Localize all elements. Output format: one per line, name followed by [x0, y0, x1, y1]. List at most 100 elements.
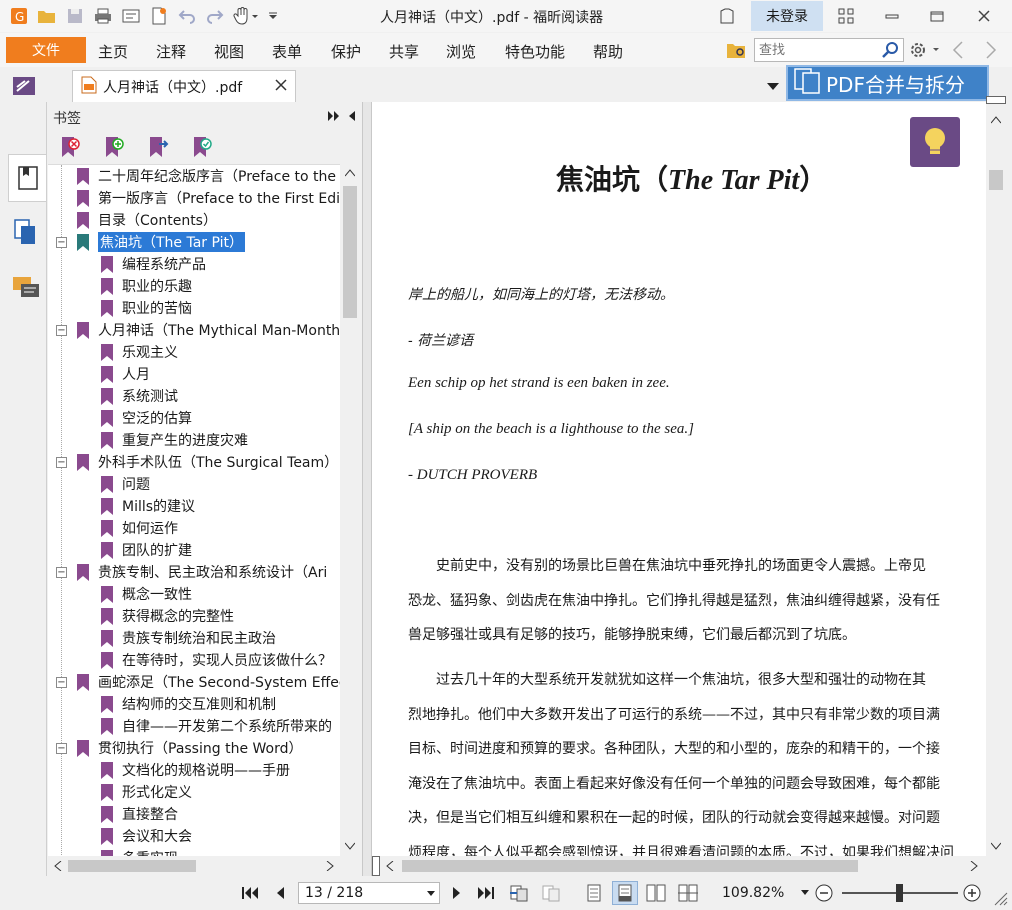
next-result-icon[interactable] [985, 41, 997, 63]
continuous-view-icon[interactable] [612, 881, 638, 905]
bookmark-subitem[interactable]: 获得概念的完整性 [48, 605, 340, 627]
menu-comment[interactable]: 注释 [156, 41, 186, 62]
settings-gear-icon[interactable] [909, 40, 939, 64]
bookmark-subitem[interactable]: 结构师的交互准则和机制 [48, 693, 340, 715]
bookmark-subitem[interactable]: 问题 [48, 473, 340, 495]
bookmark-subitem[interactable]: 贵族专制统治和民主政治 [48, 627, 340, 649]
zoom-slider-thumb[interactable] [896, 884, 903, 902]
close-tab-icon[interactable] [275, 79, 287, 95]
delete-bookmark-icon[interactable] [57, 136, 83, 158]
next-page-icon[interactable] [447, 884, 467, 902]
last-page-icon[interactable] [476, 884, 496, 902]
collapse-toggle-icon[interactable]: − [56, 743, 67, 754]
new-document-icon[interactable] [148, 6, 170, 26]
add-bookmark-icon[interactable] [101, 136, 127, 158]
bookmark-subitem[interactable]: 概念一致性 [48, 583, 340, 605]
search-input[interactable] [755, 39, 875, 61]
doc-scroll-right-icon[interactable] [970, 861, 978, 871]
panel-splitter[interactable] [362, 102, 372, 882]
bookmark-subitem[interactable]: 职业的苦恼 [48, 297, 340, 319]
bookmark-subitem[interactable]: 会议和大会 [48, 825, 340, 847]
maximize-icon[interactable] [926, 5, 948, 27]
print-icon[interactable] [92, 6, 114, 26]
bookmark-subitem[interactable]: 如何运作 [48, 517, 340, 539]
menu-share[interactable]: 共享 [389, 41, 419, 62]
bookmark-scroll-thumb[interactable] [343, 186, 357, 318]
scroll-up-icon[interactable] [345, 169, 355, 177]
panel-collapse-icon[interactable] [347, 110, 357, 126]
tips-lightbulb-icon[interactable] [910, 117, 960, 167]
collapse-toggle-icon[interactable]: − [56, 567, 67, 578]
document-horizontal-scrollbar[interactable] [372, 856, 986, 876]
split-view-handle[interactable] [986, 96, 1006, 104]
bookmark-subitem[interactable]: 重复产生的进度灾难 [48, 429, 340, 451]
document-hscroll-thumb[interactable] [402, 860, 858, 872]
menu-features[interactable]: 特色功能 [505, 41, 565, 62]
current-bookmark-icon[interactable] [189, 136, 215, 158]
collapse-toggle-icon[interactable]: − [56, 457, 67, 468]
bookmark-item[interactable]: − 贵族专制、民主政治和系统设计（Ari [48, 561, 340, 583]
open-folder-icon[interactable] [36, 6, 58, 26]
search-icon[interactable] [882, 41, 900, 63]
bookmark-subitem[interactable]: 直接整合 [48, 803, 340, 825]
zoom-in-icon[interactable] [962, 884, 982, 902]
bookmark-subitem[interactable]: 系统测试 [48, 385, 340, 407]
comments-panel-icon[interactable] [8, 270, 44, 306]
menu-form[interactable]: 表单 [272, 41, 302, 62]
pdf-merge-split-banner[interactable]: PDF合并与拆分 [786, 65, 989, 101]
tab-document[interactable]: 人月神话（中文）.pdf [72, 70, 296, 102]
bookmark-item[interactable]: − 焦油坑（The Tar Pit） [48, 231, 340, 253]
scroll-left-icon[interactable] [54, 861, 62, 871]
bookmark-subitem[interactable]: 空泛的估算 [48, 407, 340, 429]
pages-panel-icon[interactable] [8, 214, 44, 250]
bookmark-subitem[interactable]: 形式化定义 [48, 781, 340, 803]
login-button[interactable]: 未登录 [751, 1, 823, 31]
search-field[interactable] [754, 38, 904, 62]
bookmark-subitem[interactable]: 团队的扩建 [48, 539, 340, 561]
save-icon[interactable] [64, 6, 86, 26]
redo-icon[interactable] [204, 6, 226, 26]
bookmark-item[interactable]: 二十周年纪念版序言（Preface to the [48, 165, 340, 187]
hand-tool-icon[interactable] [232, 6, 262, 26]
resize-grip-icon[interactable] [992, 890, 1008, 910]
continuous-facing-view-icon[interactable] [678, 884, 698, 902]
previous-result-icon[interactable] [952, 41, 964, 63]
collapse-toggle-icon[interactable]: − [56, 677, 67, 688]
single-page-view-icon[interactable] [584, 884, 604, 902]
bookmark-subitem[interactable]: Mills的建议 [48, 495, 340, 517]
bookmark-horizontal-scrollbar[interactable] [48, 856, 360, 876]
doc-scroll-up-icon[interactable] [991, 116, 1001, 124]
bookmark-subitem[interactable]: 文档化的规格说明——手册 [48, 759, 340, 781]
close-icon[interactable] [973, 5, 995, 27]
bookmark-item[interactable]: − 画蛇添足（The Second-System Effec [48, 671, 340, 693]
bookmark-item[interactable]: − 人月神话（The Mythical Man-Month） [48, 319, 340, 341]
zoom-dropdown-icon[interactable] [801, 890, 809, 896]
menu-browse[interactable]: 浏览 [446, 41, 476, 62]
bookmark-subitem[interactable]: 多重实现 [48, 847, 340, 856]
first-page-icon[interactable] [240, 884, 260, 902]
facing-view-icon[interactable] [646, 884, 666, 902]
bookmark-subitem[interactable]: 乐观主义 [48, 341, 340, 363]
minimize-icon[interactable] [881, 5, 903, 27]
hsplit-view-handle[interactable] [372, 856, 380, 876]
bookmark-subitem[interactable]: 自律——开发第二个系统所带来的 [48, 715, 340, 737]
previous-page-icon[interactable] [270, 884, 290, 902]
menu-home[interactable]: 主页 [98, 41, 128, 62]
bookmark-item[interactable]: − 外科手术队伍（The Surgical Team） [48, 451, 340, 473]
properties-icon[interactable] [120, 6, 142, 26]
bookmark-hscroll-thumb[interactable] [68, 860, 196, 872]
menu-view[interactable]: 视图 [214, 41, 244, 62]
next-view-icon[interactable] [540, 884, 564, 902]
skin-icon[interactable] [716, 5, 738, 27]
undo-icon[interactable] [176, 6, 198, 26]
bookmarks-panel-icon[interactable] [8, 154, 46, 202]
bookmark-item[interactable]: 第一版序言（Preface to the First Editi [48, 187, 340, 209]
scroll-down-icon[interactable] [345, 842, 355, 850]
collapse-toggle-icon[interactable]: − [56, 325, 67, 336]
bookmark-vertical-scrollbar[interactable] [340, 164, 360, 856]
document-vertical-scrollbar[interactable] [986, 96, 1006, 856]
bookmark-subitem[interactable]: 人月 [48, 363, 340, 385]
app-logo-icon[interactable]: G [8, 6, 30, 26]
page-number-field[interactable]: 13 / 218 [298, 882, 440, 904]
search-folder-icon[interactable] [726, 40, 748, 64]
